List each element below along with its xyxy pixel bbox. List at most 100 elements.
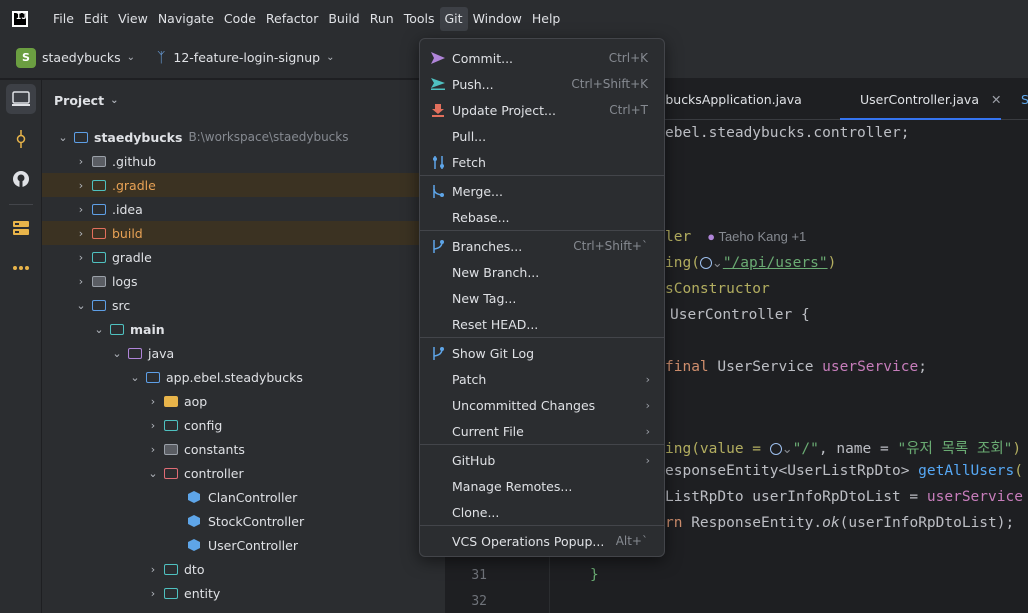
tree-root[interactable]: ⌄ staedybucks B:\workspace\staedybucks <box>42 125 445 149</box>
menu-git[interactable]: Git <box>439 6 468 31</box>
tree-item[interactable]: ⌄ src <box>42 293 445 317</box>
tree-item[interactable]: › constants <box>42 437 445 461</box>
author-hint[interactable]: ● Taeho Kang +1 <box>707 229 806 244</box>
menu-run[interactable]: Run <box>365 7 399 31</box>
github-icon[interactable] <box>6 164 36 194</box>
code-line: ler ● Taeho Kang +1 <box>665 229 806 245</box>
expand-arrow-icon[interactable]: › <box>146 587 160 600</box>
collapse-arrow-icon[interactable]: ⌄ <box>146 467 160 480</box>
blank-icon <box>430 423 446 439</box>
folder-icon <box>92 274 108 288</box>
expand-arrow-icon[interactable]: › <box>74 179 88 192</box>
tree-item[interactable]: › gradle <box>42 245 445 269</box>
menu-item-show-git-log[interactable]: Show Git Log <box>424 340 662 366</box>
tab-label: UserController.java <box>860 92 979 107</box>
tree-item[interactable]: › logs <box>42 269 445 293</box>
expand-arrow-icon[interactable]: › <box>74 203 88 216</box>
tree-item[interactable]: ⌄ java <box>42 341 445 365</box>
menu-item-label: Show Git Log <box>452 345 535 361</box>
menu-item-fetch[interactable]: Fetch <box>424 149 662 175</box>
project-badge[interactable]: S <box>16 47 36 68</box>
menu-item-github[interactable]: GitHub › <box>424 447 662 473</box>
database-tool-icon[interactable] <box>6 213 36 243</box>
menu-edit[interactable]: Edit <box>79 7 113 31</box>
tree-item[interactable]: › aop <box>42 389 445 413</box>
expand-arrow-icon[interactable]: › <box>146 419 160 432</box>
menu-help[interactable]: Help <box>527 7 566 31</box>
tree-item[interactable]: › .github <box>42 149 445 173</box>
project-tool-icon[interactable] <box>6 84 36 114</box>
tree-item[interactable]: › .idea <box>42 197 445 221</box>
tab-next[interactable]: S <box>1007 80 1028 120</box>
chevron-down-icon[interactable]: ⌄ <box>110 95 118 106</box>
expand-arrow-icon[interactable]: › <box>146 563 160 576</box>
menu-item-pull[interactable]: Pull... <box>424 123 662 149</box>
chevron-down-icon[interactable]: ⌄ <box>782 441 793 456</box>
menu-item-vcs-operations-popup[interactable]: VCS Operations Popup... Alt+` <box>424 528 662 554</box>
menu-refactor[interactable]: Refactor <box>261 7 323 31</box>
git-branch-icon[interactable]: ᛉ <box>157 50 165 66</box>
menu-item-rebase[interactable]: Rebase... <box>424 204 662 230</box>
chevron-down-icon[interactable]: ⌄ <box>127 52 135 63</box>
tree-item[interactable]: ⌄ app.ebel.steadybucks <box>42 365 445 389</box>
branch-selector[interactable]: 12-feature-login-signup <box>173 50 320 65</box>
tab-user-controller[interactable]: UserController.java ✕ <box>840 80 1002 120</box>
tree-item[interactable]: › .gradle <box>42 173 445 197</box>
menu-item-patch[interactable]: Patch › <box>424 366 662 392</box>
expand-arrow-icon[interactable]: › <box>74 275 88 288</box>
menu-code[interactable]: Code <box>219 7 261 31</box>
menu-item-update-project[interactable]: Update Project... Ctrl+T <box>424 97 662 123</box>
tree-item[interactable]: StockController <box>42 509 445 533</box>
menu-item-clone[interactable]: Clone... <box>424 499 662 525</box>
globe-icon[interactable] <box>699 257 712 269</box>
menu-item-uncommitted-changes[interactable]: Uncommitted Changes › <box>424 392 662 418</box>
menu-item-current-file[interactable]: Current File › <box>424 418 662 444</box>
tree-item[interactable]: › dto <box>42 557 445 581</box>
menu-item-reset-head[interactable]: Reset HEAD... <box>424 311 662 337</box>
commit-icon <box>430 50 446 66</box>
menu-item-branches[interactable]: Branches... Ctrl+Shift+` <box>424 233 662 259</box>
expand-arrow-icon[interactable]: › <box>74 227 88 240</box>
tree-item[interactable]: › build <box>42 221 445 245</box>
menu-item-manage-remotes[interactable]: Manage Remotes... <box>424 473 662 499</box>
collapse-arrow-icon[interactable]: ⌄ <box>92 323 106 336</box>
tree-label: .github <box>112 153 157 169</box>
menu-window[interactable]: Window <box>468 7 527 31</box>
project-panel-header[interactable]: Project ⌄ <box>42 80 445 120</box>
expand-arrow-icon[interactable]: › <box>146 443 160 456</box>
folder-icon <box>164 442 180 456</box>
tree-item[interactable]: › config <box>42 413 445 437</box>
commit-tool-icon[interactable] <box>6 124 36 154</box>
expand-arrow-icon[interactable]: › <box>74 155 88 168</box>
intellij-logo-icon[interactable]: IJ <box>12 10 28 27</box>
more-tools-icon[interactable] <box>6 253 36 283</box>
project-selector[interactable]: staedybucks <box>42 50 121 65</box>
globe-icon[interactable] <box>769 443 782 455</box>
tree-item[interactable]: UserController <box>42 533 445 557</box>
tab-application[interactable]: dybucksApplication.java <box>650 80 802 120</box>
collapse-arrow-icon[interactable]: ⌄ <box>128 371 142 384</box>
expand-arrow-icon[interactable]: › <box>74 251 88 264</box>
collapse-arrow-icon[interactable]: ⌄ <box>74 299 88 312</box>
collapse-arrow-icon[interactable]: ⌄ <box>110 347 124 360</box>
expand-arrow-icon[interactable]: › <box>146 395 160 408</box>
tree-item[interactable]: ⌄ controller <box>42 461 445 485</box>
menu-item-merge[interactable]: Merge... <box>424 178 662 204</box>
close-icon[interactable]: ✕ <box>991 92 1001 107</box>
menu-item-new-tag[interactable]: New Tag... <box>424 285 662 311</box>
menu-item-commit[interactable]: Commit... Ctrl+K <box>424 45 662 71</box>
tree-item[interactable]: ClanController <box>42 485 445 509</box>
menu-item-push[interactable]: Push... Ctrl+Shift+K <box>424 71 662 97</box>
collapse-arrow-icon[interactable]: ⌄ <box>56 131 70 144</box>
menu-view[interactable]: View <box>113 7 153 31</box>
tree-label: build <box>112 225 143 241</box>
tree-item[interactable]: › entity <box>42 581 445 605</box>
menu-tools[interactable]: Tools <box>399 7 440 31</box>
chevron-down-icon[interactable]: ⌄ <box>326 52 334 63</box>
menu-navigate[interactable]: Navigate <box>153 7 219 31</box>
chevron-down-icon[interactable]: ⌄ <box>712 255 723 270</box>
menu-build[interactable]: Build <box>323 7 364 31</box>
menu-item-new-branch[interactable]: New Branch... <box>424 259 662 285</box>
menu-file[interactable]: File <box>48 7 79 31</box>
tree-item[interactable]: ⌄ main <box>42 317 445 341</box>
